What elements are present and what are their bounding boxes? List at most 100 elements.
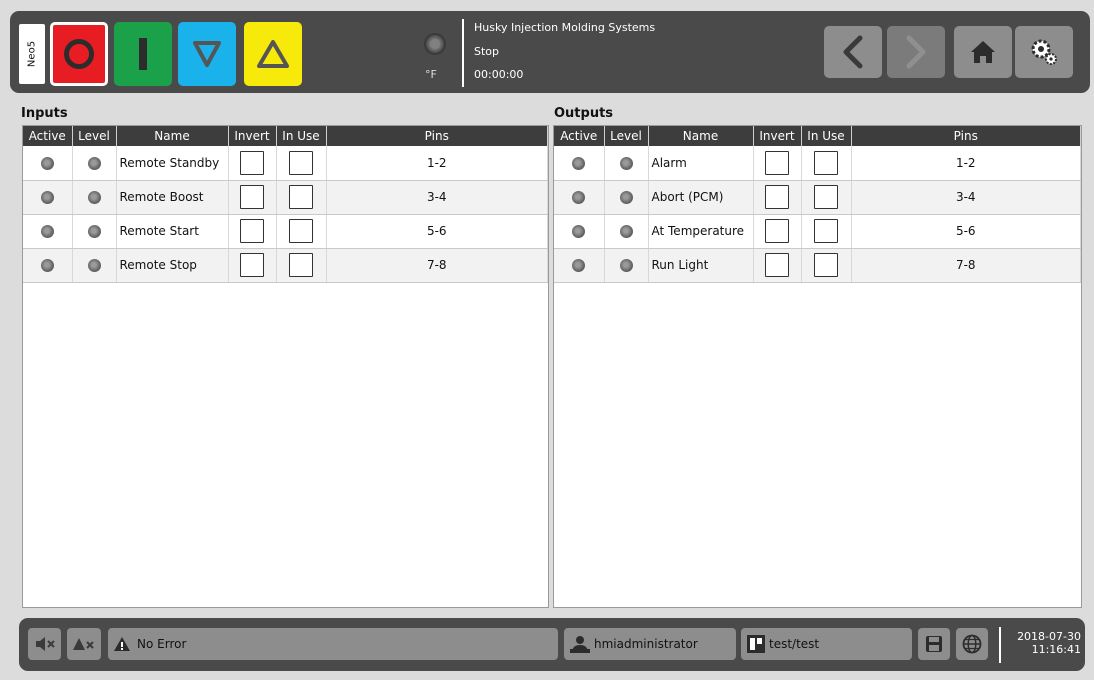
output-pins: 1-2 [851, 146, 1081, 181]
invert-checkbox[interactable] [765, 219, 789, 243]
col-header: Name [648, 126, 754, 146]
status-bar: No Error hmiadministrator test/test 2018… [19, 618, 1085, 671]
col-header: Pins [851, 126, 1081, 146]
invert-checkbox[interactable] [240, 185, 264, 209]
forward-button[interactable] [887, 26, 945, 78]
save-button[interactable] [918, 628, 950, 660]
output-pins: 3-4 [851, 180, 1081, 215]
col-header: In Use [801, 126, 852, 146]
alarm-status-field[interactable]: No Error [108, 628, 558, 660]
table-row[interactable]: Abort (PCM) 3-4 [554, 180, 1081, 215]
down-triangle-icon [193, 41, 221, 67]
col-header: Level [604, 126, 649, 146]
in-use-checkbox[interactable] [289, 150, 313, 175]
table-row[interactable]: Alarm 1-2 [554, 146, 1081, 181]
level-led-icon [619, 225, 633, 238]
status-divider [999, 627, 1001, 663]
output-pins: 5-6 [851, 214, 1081, 249]
raise-button[interactable] [244, 22, 302, 86]
back-arrow-icon [843, 35, 863, 69]
neo-tab[interactable]: Neo5 [19, 24, 45, 84]
col-header: Name [116, 126, 229, 146]
mold-icon [747, 635, 765, 653]
system-name: Husky Injection Molding Systems [474, 21, 656, 34]
mold-field[interactable]: test/test [741, 628, 912, 660]
input-name: Remote Boost [116, 180, 229, 215]
level-led-icon [87, 191, 101, 204]
active-led-icon [572, 191, 586, 204]
col-header: Level [72, 126, 117, 146]
stop-icon [64, 39, 94, 69]
time-text: 11:16:41 [1031, 643, 1081, 656]
alarm-ack-icon [73, 638, 94, 650]
table-row[interactable]: Remote Start 5-6 [23, 214, 548, 249]
input-pins: 1-2 [326, 146, 548, 181]
up-triangle-icon [257, 40, 289, 68]
temperature-unit: °F [425, 68, 437, 81]
level-led-icon [619, 259, 633, 272]
invert-checkbox[interactable] [240, 150, 264, 175]
outputs-table: Active Level Name Invert In Use Pins Ala… [554, 126, 1081, 283]
table-row[interactable]: Remote Boost 3-4 [23, 180, 548, 215]
language-button[interactable] [956, 628, 988, 660]
active-led-icon [40, 191, 54, 204]
in-use-checkbox[interactable] [814, 150, 838, 175]
input-pins: 7-8 [326, 248, 548, 283]
table-row[interactable]: Run Light 7-8 [554, 248, 1081, 283]
in-use-checkbox[interactable] [814, 253, 838, 277]
col-header: Invert [228, 126, 277, 146]
save-icon [926, 636, 942, 652]
table-row[interactable]: Remote Stop 7-8 [23, 248, 548, 283]
invert-checkbox[interactable] [765, 253, 789, 277]
invert-checkbox[interactable] [765, 185, 789, 209]
alarm-ack-button[interactable] [67, 628, 101, 660]
level-led-icon [619, 191, 633, 204]
warning-icon [114, 637, 130, 651]
output-pins: 7-8 [851, 248, 1081, 283]
lower-button[interactable] [178, 22, 236, 86]
invert-checkbox[interactable] [240, 219, 264, 243]
invert-checkbox[interactable] [240, 253, 264, 277]
in-use-checkbox[interactable] [289, 219, 313, 243]
in-use-checkbox[interactable] [814, 185, 838, 209]
level-led-icon [619, 156, 633, 170]
header-divider [462, 19, 464, 87]
in-use-checkbox[interactable] [289, 253, 313, 277]
back-button[interactable] [824, 26, 882, 78]
level-led-icon [87, 225, 101, 238]
table-row[interactable]: Remote Standby 1-2 [23, 146, 548, 181]
outputs-panel: Active Level Name Invert In Use Pins Ala… [553, 125, 1082, 608]
input-name: Remote Start [116, 214, 229, 249]
temperature-led-icon [424, 33, 446, 55]
start-button[interactable] [114, 22, 172, 86]
cycle-time: 00:00:00 [474, 68, 524, 81]
inputs-table: Active Level Name Invert In Use Pins Rem… [23, 126, 548, 283]
settings-button[interactable] [1015, 26, 1073, 78]
user-name: hmiadministrator [594, 637, 698, 651]
output-name: Alarm [648, 146, 754, 181]
mute-icon [36, 637, 55, 651]
in-use-checkbox[interactable] [289, 185, 313, 209]
date-text: 2018-07-30 [1017, 630, 1081, 643]
active-led-icon [40, 225, 54, 238]
forward-arrow-icon [906, 35, 926, 69]
home-button[interactable] [954, 26, 1012, 78]
inputs-title: Inputs [21, 106, 68, 121]
output-name: At Temperature [648, 214, 754, 249]
inputs-header-row: Active Level Name Invert In Use Pins [23, 126, 548, 146]
input-pins: 5-6 [326, 214, 548, 249]
mute-button[interactable] [28, 628, 61, 660]
outputs-title: Outputs [554, 106, 614, 121]
globe-icon [962, 634, 982, 654]
invert-checkbox[interactable] [765, 150, 789, 175]
stop-button[interactable] [50, 22, 108, 86]
active-led-icon [572, 225, 586, 238]
inputs-panel: Active Level Name Invert In Use Pins Rem… [22, 125, 549, 608]
outputs-header-row: Active Level Name Invert In Use Pins [554, 126, 1081, 146]
alarm-status-text: No Error [137, 637, 187, 651]
mold-name: test/test [769, 637, 820, 651]
start-icon [139, 38, 147, 70]
user-field[interactable]: hmiadministrator [564, 628, 736, 660]
in-use-checkbox[interactable] [814, 219, 838, 243]
table-row[interactable]: At Temperature 5-6 [554, 214, 1081, 249]
